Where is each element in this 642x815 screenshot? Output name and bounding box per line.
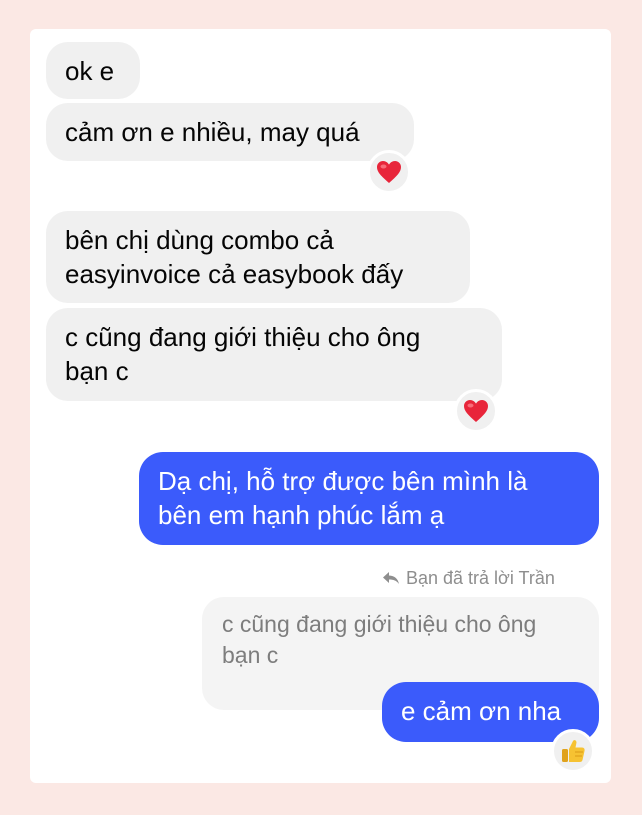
chat-card: ok e cảm ơn e nhiều, may quá bên chị dùn… [30,29,611,783]
heart-icon [377,161,401,183]
message-text-line: Dạ chị, hỗ trợ được bên mình là [158,466,528,496]
message-text: ok e [65,56,115,86]
message-text: e cảm ơn nha [401,696,562,726]
reply-arrow-icon [383,572,399,584]
message-text: cảm ơn e nhiều, may quá [65,117,360,147]
reaction-thumbs-up[interactable] [551,729,595,773]
page-background: ok e cảm ơn e nhiều, may quá bên chị dùn… [0,0,642,815]
message-text-line: easyinvoice cả easybook đấy [65,259,404,289]
message-bubble-incoming[interactable]: bên chị dùng combo cả easyinvoice cả eas… [46,211,470,303]
reply-indicator: Bạn đã trả lời Trần [382,567,555,589]
quoted-text-line: bạn c [222,642,279,668]
message-bubble-incoming[interactable]: c cũng đang giới thiệu cho ông bạn c [46,308,502,401]
message-bubble-incoming[interactable]: cảm ơn e nhiều, may quá [46,103,414,161]
message-text-line: bên em hạnh phúc lắm ạ [158,500,445,530]
message-text-line: bên chị dùng combo cả [65,225,334,255]
message-bubble-outgoing[interactable]: Dạ chị, hỗ trợ được bên mình là bên em h… [139,452,599,545]
quoted-text-line: c cũng đang giới thiệu cho ông [222,611,537,637]
thumbs-up-icon [562,740,585,762]
message-bubble-incoming[interactable]: ok e [46,42,140,99]
reaction-heart[interactable] [454,389,498,433]
reaction-heart[interactable] [367,150,411,194]
reply-note-text: Bạn đã trả lời Trần [406,568,555,588]
message-text-line: bạn c [65,356,129,386]
message-text-line: c cũng đang giới thiệu cho ông [65,322,421,352]
heart-icon [464,400,488,422]
